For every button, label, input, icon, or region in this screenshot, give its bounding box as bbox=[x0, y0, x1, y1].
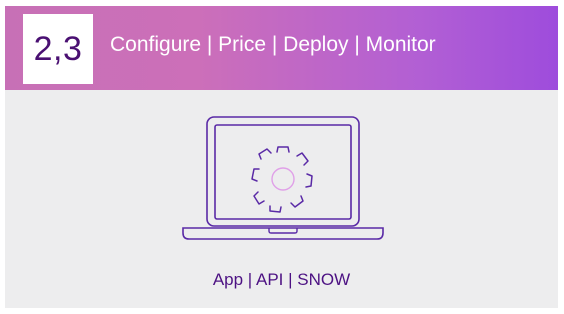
step-title: Configure | Price | Deploy | Monitor bbox=[110, 33, 436, 56]
integration-options-label: App | API | SNOW bbox=[212, 270, 351, 289]
gear-center-ring bbox=[271, 167, 295, 191]
gear-icon bbox=[251, 146, 313, 213]
step-card: 2,3 Configure | Price | Deploy | Monitor… bbox=[5, 6, 558, 308]
laptop-screen-inner bbox=[214, 124, 352, 220]
laptop-screen-outer bbox=[206, 116, 360, 227]
step-number-box: 2,3 bbox=[23, 14, 93, 84]
step-number: 2,3 bbox=[33, 29, 83, 68]
laptop-gear-icon bbox=[182, 116, 384, 240]
step-banner: 2,3 Configure | Price | Deploy | Monitor bbox=[5, 6, 558, 90]
